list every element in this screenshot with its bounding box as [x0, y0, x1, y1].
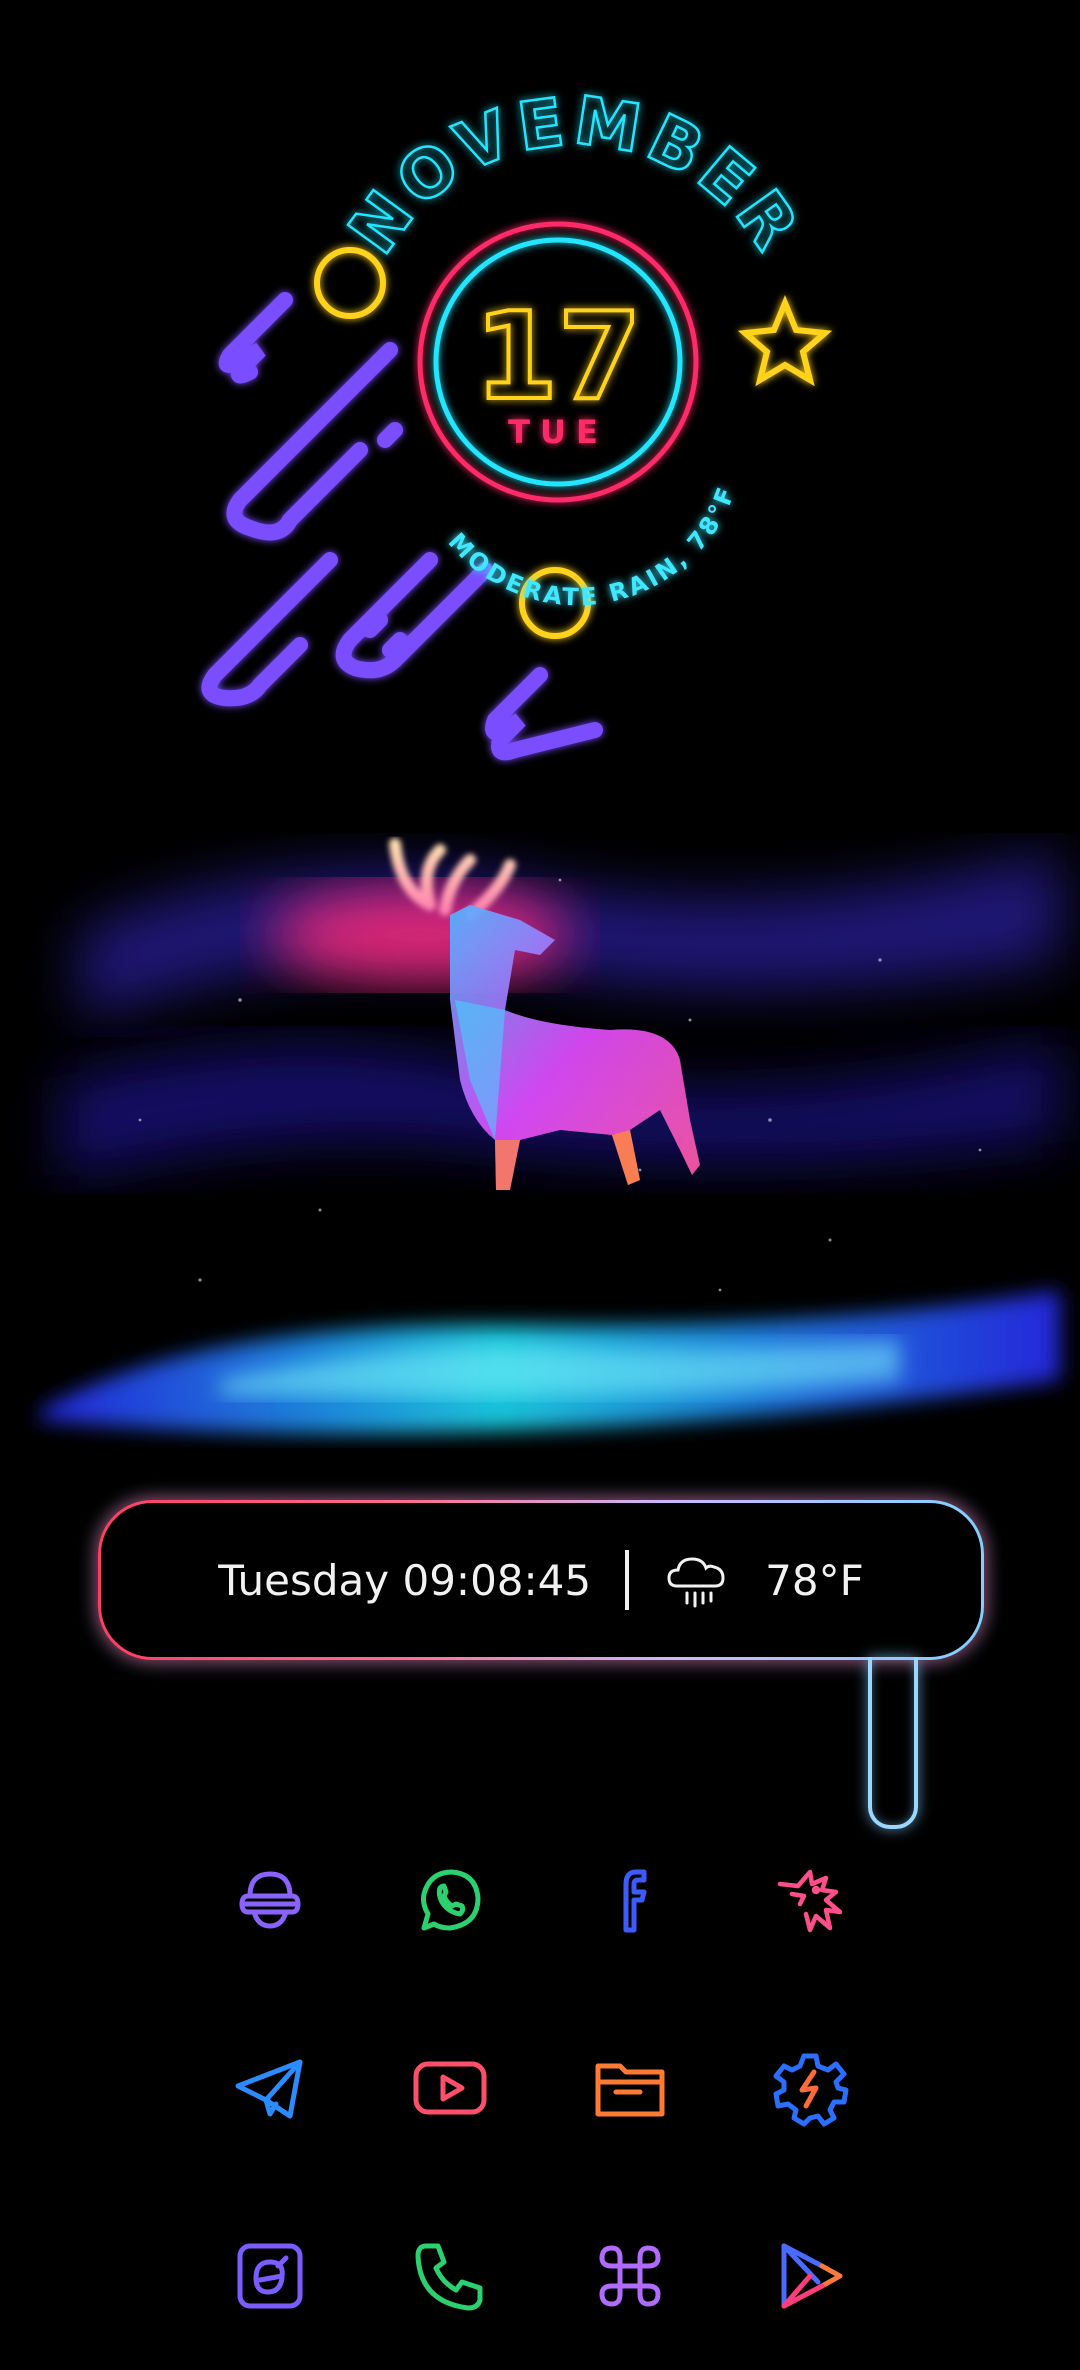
divider	[625, 1550, 630, 1610]
deer-wallpaper	[40, 838, 1060, 1434]
neon-date-widget[interactable]: NOVEMBER 17 TUE MODERATE RAIN, 78°F	[0, 0, 1080, 820]
app-shortcuts[interactable]	[540, 2182, 720, 2370]
phone-icon	[415, 2243, 483, 2311]
telegram-icon	[235, 2059, 303, 2119]
app-files[interactable]	[540, 1994, 720, 2182]
dragon-icon	[777, 1869, 843, 1933]
status-widget-tail	[868, 1657, 918, 1829]
browser-icon	[237, 2243, 303, 2309]
app-browser[interactable]	[180, 2182, 360, 2370]
app-phone[interactable]	[360, 2182, 540, 2370]
play-store-icon	[781, 2243, 843, 2309]
app-youtube[interactable]	[360, 1994, 540, 2182]
settings-icon	[773, 2053, 849, 2127]
weekday-label: TUE	[508, 413, 608, 451]
youtube-icon	[413, 2061, 487, 2115]
app-dragon[interactable]	[720, 1806, 900, 1994]
app-facebook[interactable]	[540, 1806, 720, 1994]
folder-icon	[595, 2063, 665, 2117]
app-telegram[interactable]	[180, 1994, 360, 2182]
temperature-text: 78°F	[765, 1555, 864, 1605]
app-settings[interactable]	[720, 1994, 900, 2182]
command-icon	[599, 2245, 661, 2307]
whatsapp-icon	[421, 1869, 481, 1931]
boost-icon	[239, 1871, 301, 1929]
app-boost[interactable]	[180, 1806, 360, 1994]
app-play-store[interactable]	[720, 2182, 900, 2370]
app-icon-grid	[180, 1806, 900, 2316]
facebook-icon	[623, 1869, 647, 1933]
weather-arc-label: MODERATE RAIN, 78°F	[443, 481, 742, 611]
status-widget[interactable]: Tuesday 09:08:45 78°F	[98, 1500, 984, 1660]
day-number: 17	[475, 288, 642, 427]
rain-cloud-icon	[667, 1557, 725, 1608]
app-whatsapp[interactable]	[360, 1806, 540, 1994]
datetime-text: Tuesday 09:08:45	[218, 1555, 592, 1605]
